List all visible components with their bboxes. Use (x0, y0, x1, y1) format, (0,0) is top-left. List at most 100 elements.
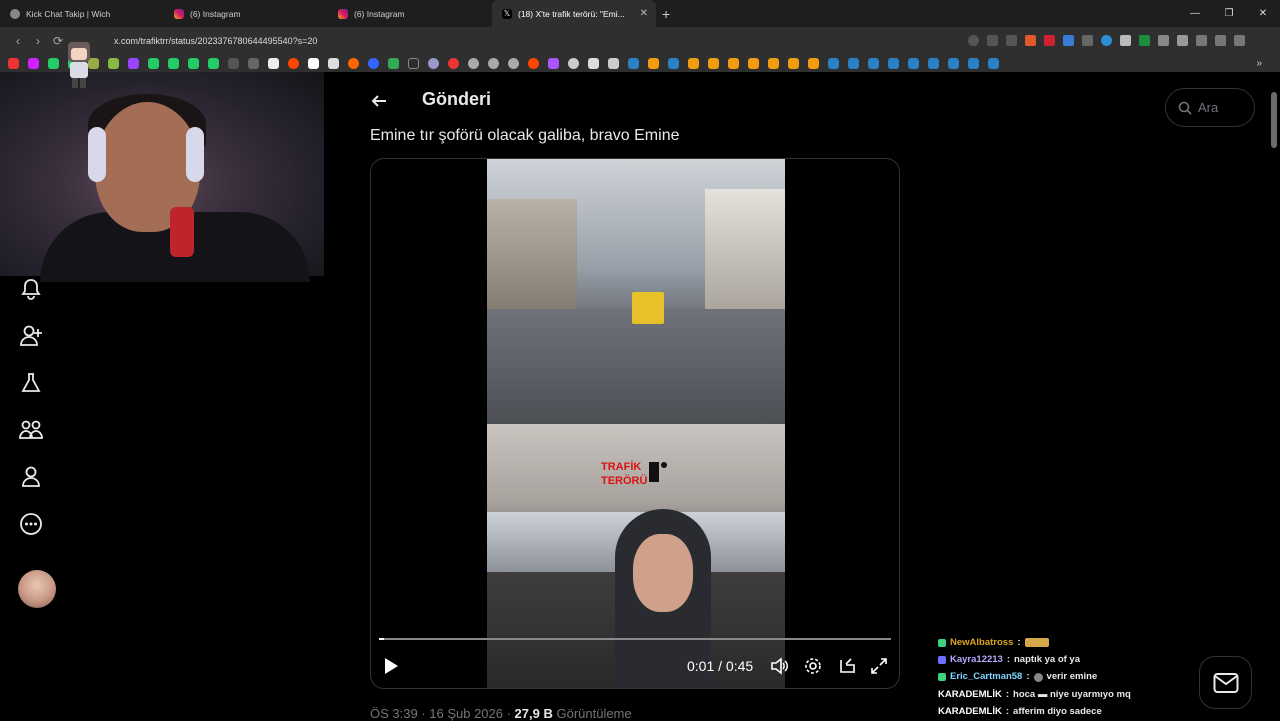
tab-label: (18) X'te trafik terörü: "Emi... (518, 8, 625, 19)
bookmark-icon[interactable] (368, 57, 379, 69)
chat-text: afferim diyo sadece (1013, 705, 1102, 717)
follow-user-icon[interactable] (18, 323, 44, 349)
steam-icon[interactable] (668, 57, 679, 69)
fullscreen-icon[interactable] (869, 656, 889, 676)
bookmark-icon[interactable] (648, 57, 659, 69)
bookmark-icon[interactable] (768, 57, 779, 69)
music-icon[interactable] (1215, 35, 1226, 46)
notifications-bell-icon[interactable] (18, 276, 44, 302)
bookmark-icon[interactable] (568, 57, 579, 69)
new-tab-button[interactable]: + (662, 6, 670, 22)
url-field[interactable]: x.com/trafiktrr/status/20233767806444955… (114, 36, 317, 46)
bookmark-icon[interactable] (468, 57, 479, 69)
bookmark-icon[interactable] (148, 57, 159, 69)
tab-kick-chat[interactable]: Kick Chat Takip | Wich (0, 0, 164, 27)
folder-icon[interactable] (608, 57, 619, 69)
play-icon[interactable] (383, 657, 399, 675)
reddit-icon[interactable] (528, 57, 539, 69)
back-nav-icon[interactable]: ‹ (8, 34, 28, 48)
bookmark-icon[interactable] (748, 57, 759, 69)
bookmarks-overflow-icon[interactable]: » (1256, 58, 1262, 69)
puzzle-icon[interactable] (1177, 35, 1188, 46)
grok-flask-icon[interactable] (18, 370, 44, 396)
steam-icon[interactable] (948, 57, 959, 69)
bookmark-icon[interactable] (448, 57, 459, 69)
forward-nav-icon[interactable]: › (28, 34, 48, 48)
zoom-icon[interactable] (968, 35, 979, 46)
search-box[interactable]: Ara (1165, 88, 1255, 127)
extension-gray-icon[interactable] (1082, 35, 1093, 46)
reddit-icon[interactable] (288, 57, 299, 69)
extension-red-icon[interactable] (1044, 35, 1055, 46)
share-icon[interactable] (1006, 35, 1017, 46)
bookmark-icon[interactable] (348, 57, 359, 69)
steam-icon[interactable] (988, 57, 999, 69)
sidebar-icon[interactable] (1196, 35, 1207, 46)
bookmark-icon[interactable] (108, 57, 119, 69)
steam-icon[interactable] (628, 57, 639, 69)
tab-instagram-1[interactable]: (6) Instagram (164, 0, 328, 27)
tab-x-post[interactable]: 𝕏 (18) X'te trafik terörü: "Emi... ✕ (492, 0, 656, 27)
bookmark-icon[interactable] (188, 57, 199, 69)
account-avatar[interactable] (18, 570, 56, 608)
maximize-button[interactable]: ❐ (1212, 8, 1246, 19)
bookmark-icon[interactable] (228, 57, 239, 69)
steam-icon[interactable] (848, 57, 859, 69)
video-player[interactable]: TRAFİK TERÖRÜ 0:01 / 0:45 (370, 158, 900, 689)
back-arrow-icon[interactable] (370, 92, 388, 110)
extension-box-icon[interactable] (1158, 35, 1169, 46)
bookmark-icon[interactable] (688, 57, 699, 69)
picture-in-picture-icon[interactable] (837, 656, 857, 676)
cast-icon[interactable] (987, 35, 998, 46)
extension-green-icon[interactable] (1139, 35, 1150, 46)
chat-username: Kayra12213 (950, 654, 1003, 666)
close-window-button[interactable]: ✕ (1246, 8, 1280, 19)
menu-icon[interactable] (1234, 35, 1245, 46)
bookmark-icon[interactable] (588, 57, 599, 69)
x-logo-icon[interactable] (268, 57, 279, 69)
bookmark-icon[interactable] (168, 57, 179, 69)
close-tab-icon[interactable]: ✕ (640, 8, 648, 19)
bookmark-icon[interactable] (808, 57, 819, 69)
settings-gear-icon[interactable] (803, 656, 823, 676)
bookmark-icon[interactable] (128, 57, 139, 69)
bookmark-icon[interactable] (788, 57, 799, 69)
profile-icon[interactable] (18, 464, 44, 490)
page-scrollbar[interactable] (1271, 92, 1277, 148)
more-options-icon[interactable] (18, 511, 44, 537)
bookmark-icon[interactable] (408, 57, 419, 69)
bookmark-icon[interactable] (728, 57, 739, 69)
tab-instagram-2[interactable]: (6) Instagram (328, 0, 492, 27)
chat-message: NewAlbatross : (938, 634, 1258, 651)
post-meta: ÖS 3:39 · 16 Şub 2026 · 27,9 B Görüntüle… (370, 706, 632, 721)
extension-window-icon[interactable] (1120, 35, 1131, 46)
bookmark-icon[interactable] (428, 57, 439, 69)
steam-icon[interactable] (928, 57, 939, 69)
extension-globe-icon[interactable] (1101, 35, 1112, 46)
steam-icon[interactable] (908, 57, 919, 69)
bookmark-icon[interactable] (208, 57, 219, 69)
bookmark-icon[interactable] (488, 57, 499, 69)
bookmark-icon[interactable] (248, 57, 259, 69)
instagram-icon (338, 8, 348, 19)
steam-icon[interactable] (868, 57, 879, 69)
bookmark-icon[interactable] (508, 57, 519, 69)
messages-button[interactable] (1199, 656, 1252, 709)
bookmark-icon[interactable] (328, 57, 339, 69)
extension-blue-icon[interactable] (1063, 35, 1074, 46)
steam-icon[interactable] (968, 57, 979, 69)
volume-icon[interactable] (769, 656, 789, 676)
bookmark-icon[interactable] (48, 57, 59, 69)
bookmark-icon[interactable] (388, 57, 399, 69)
bookmark-icon[interactable] (708, 57, 719, 69)
video-progress-bar[interactable] (379, 638, 891, 640)
communities-icon[interactable] (18, 417, 44, 443)
steam-icon[interactable] (828, 57, 839, 69)
bookmark-icon[interactable] (28, 57, 39, 69)
bookmark-icon[interactable] (308, 57, 319, 69)
brave-shield-icon[interactable] (1025, 35, 1036, 46)
minimize-button[interactable]: — (1178, 8, 1212, 19)
bookmark-icon[interactable] (8, 57, 19, 69)
steam-icon[interactable] (888, 57, 899, 69)
bookmark-icon[interactable] (548, 57, 559, 69)
